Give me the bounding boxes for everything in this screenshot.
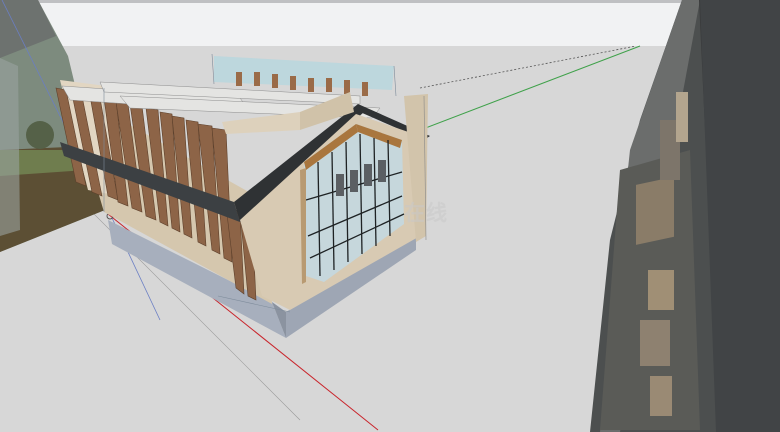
3d-model-viewport[interactable]: 在线 <box>0 0 780 432</box>
scene-canvas <box>0 0 780 432</box>
sky-area <box>0 0 780 46</box>
viewport-top-edge <box>0 0 780 3</box>
